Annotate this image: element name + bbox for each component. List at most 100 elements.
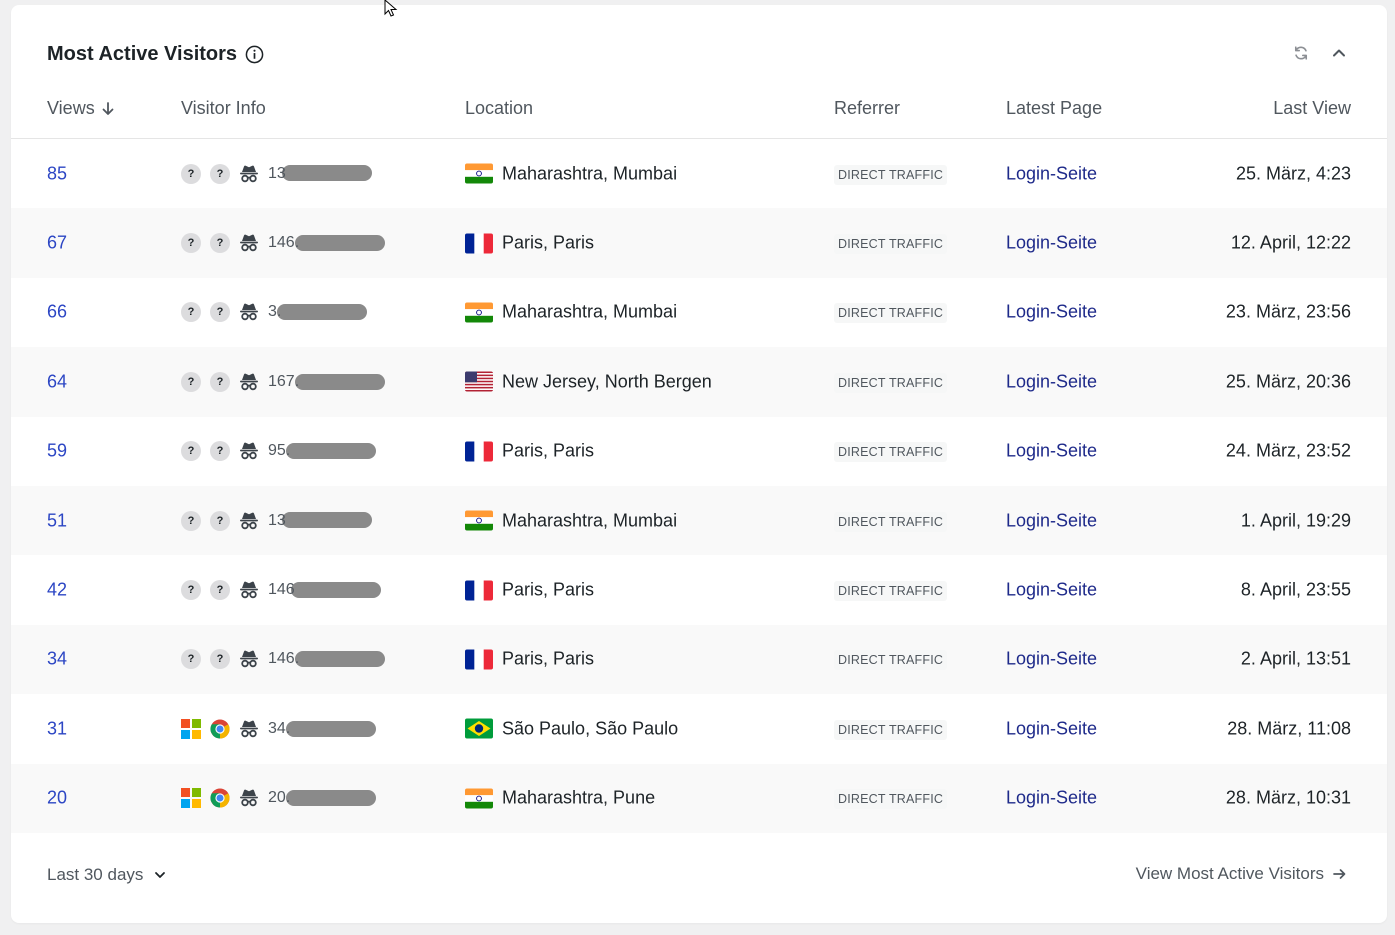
visitor-info: ?? 146.: [181, 649, 386, 670]
latest-page-link[interactable]: Login-Seite: [1006, 718, 1097, 739]
views-count-link[interactable]: 59: [47, 441, 67, 462]
last-view-time: 28. März, 10:31: [1225, 787, 1351, 808]
latest-page-link[interactable]: Login-Seite: [1006, 441, 1097, 462]
question-icon: ?: [210, 163, 230, 184]
ip-address[interactable]: 13: [268, 512, 372, 530]
referrer: DIRECT TRAFFIC: [834, 163, 948, 185]
flag-in-icon: [465, 302, 493, 323]
referrer-badge: DIRECT TRAFFIC: [834, 442, 948, 463]
latest-page-link[interactable]: Login-Seite: [1006, 233, 1097, 254]
ip-address[interactable]: 3.: [268, 303, 368, 321]
incognito-icon: [240, 165, 258, 182]
arrow-down-icon: [102, 101, 114, 115]
location-text: Maharashtra, Mumbai: [502, 510, 678, 531]
referrer: DIRECT TRAFFIC: [834, 718, 948, 740]
location-text: Maharashtra, Pune: [502, 787, 656, 808]
views-count-link[interactable]: 51: [47, 510, 67, 531]
view-all-link-label: View Most Active Visitors: [1135, 864, 1324, 883]
referrer-badge: DIRECT TRAFFIC: [834, 581, 948, 602]
info-icon[interactable]: [245, 45, 264, 64]
views-count-link[interactable]: 34: [47, 649, 67, 670]
referrer: DIRECT TRAFFIC: [834, 510, 948, 532]
question-icon: ?: [210, 302, 230, 323]
ip-address[interactable]: 34.: [268, 720, 377, 738]
referrer: DIRECT TRAFFIC: [834, 648, 948, 671]
location-text: Paris, Paris: [502, 232, 595, 253]
referrer: DIRECT TRAFFIC: [834, 232, 948, 255]
latest-page-link[interactable]: Login-Seite: [1006, 302, 1097, 323]
column-header-latest-page: Latest Page: [1006, 98, 1103, 118]
question-icon: ?: [181, 441, 201, 462]
location-text: São Paulo, São Paulo: [502, 718, 679, 739]
windows-icon: [181, 718, 201, 739]
refresh-button[interactable]: [1291, 43, 1311, 63]
ip-redaction: [286, 443, 377, 460]
chevron-up-icon: [1333, 49, 1345, 57]
views-count-link[interactable]: 31: [47, 718, 67, 739]
incognito-icon: [240, 304, 258, 321]
view-all-link[interactable]: View Most Active Visitors: [1136, 864, 1347, 884]
question-icon: ?: [210, 233, 230, 254]
ip-redaction: [281, 165, 372, 182]
question-icon: ?: [181, 510, 201, 531]
latest-page-link[interactable]: Login-Seite: [1006, 649, 1097, 670]
ip-address[interactable]: 13: [268, 165, 372, 183]
flag-fr-icon: [465, 649, 493, 670]
flag-fr-icon: [465, 441, 493, 462]
ip-address[interactable]: 20.: [268, 789, 377, 807]
flag-fr-icon: [465, 233, 493, 254]
location-text: Maharashtra, Mumbai: [502, 163, 678, 184]
visitor-info: ?? 146.: [181, 233, 386, 254]
views-count-link[interactable]: 67: [47, 233, 67, 254]
latest-page-link[interactable]: Login-Seite: [1006, 510, 1097, 531]
ip-address-prefix: 20.: [268, 789, 291, 807]
last-view-time: 2. April, 13:51: [1240, 648, 1351, 669]
table-row: 64?? 167. New Jersey, North Bergen DIRECT T…: [11, 347, 1387, 417]
referrer: DIRECT TRAFFIC: [834, 371, 948, 393]
incognito-icon: [240, 789, 258, 807]
last-view-time: 8. April, 23:55: [1240, 579, 1351, 600]
chrome-icon: [210, 719, 230, 739]
latest-page-link[interactable]: Login-Seite: [1006, 580, 1097, 601]
ip-address[interactable]: 146.: [268, 650, 386, 668]
question-icon: ?: [210, 441, 230, 462]
table-row: 31 34. São Paulo, São Paulo DIRECT TRAFFIC L…: [11, 694, 1387, 763]
views-count-link[interactable]: 66: [47, 302, 67, 323]
last-view-time: 23. März, 23:56: [1225, 301, 1351, 322]
views-count-link[interactable]: 64: [47, 371, 67, 392]
mouse-cursor-icon: [384, 0, 398, 17]
location: New Jersey, North Bergen: [465, 371, 712, 392]
latest-page-link[interactable]: Login-Seite: [1006, 163, 1097, 184]
ip-address[interactable]: 95.: [268, 442, 377, 460]
ip-redaction: [286, 720, 377, 737]
location-text: Paris, Paris: [502, 440, 595, 461]
ip-address-prefix: 3.: [268, 303, 282, 321]
latest-page-link[interactable]: Login-Seite: [1006, 371, 1097, 392]
views-count-link[interactable]: 42: [47, 580, 67, 601]
location-text: Paris, Paris: [502, 579, 595, 600]
location-text: Maharashtra, Mumbai: [502, 301, 678, 322]
question-icon: ?: [210, 510, 230, 531]
location: São Paulo, São Paulo: [465, 718, 678, 739]
incognito-icon: [240, 512, 258, 529]
question-icon: ?: [181, 371, 201, 392]
flag-br-icon: [465, 718, 493, 739]
visitor-info: 20.: [181, 788, 377, 809]
column-header-views[interactable]: Views: [47, 98, 115, 119]
table-row: 51?? 13 Maharashtra, Mumbai DIRECT TRAFFIC L…: [11, 485, 1387, 556]
latest-page-link[interactable]: Login-Seite: [1006, 788, 1097, 809]
views-count-link[interactable]: 20: [47, 788, 67, 809]
column-header-referrer: Referrer: [834, 98, 901, 118]
ip-address[interactable]: 146.: [268, 234, 386, 252]
location-text: Paris, Paris: [502, 648, 595, 669]
referrer: DIRECT TRAFFIC: [834, 440, 948, 463]
period-dropdown[interactable]: Last 30 days: [47, 865, 167, 885]
question-icon: ?: [210, 580, 230, 601]
collapse-button[interactable]: [1329, 43, 1349, 63]
ip-address-prefix: 13: [268, 164, 286, 182]
ip-address[interactable]: 167.: [268, 373, 386, 391]
arrow-right-icon: [1333, 869, 1346, 879]
ip-address[interactable]: 146: [268, 581, 381, 599]
views-count-link[interactable]: 85: [47, 163, 67, 184]
referrer-badge: DIRECT TRAFFIC: [834, 511, 948, 532]
